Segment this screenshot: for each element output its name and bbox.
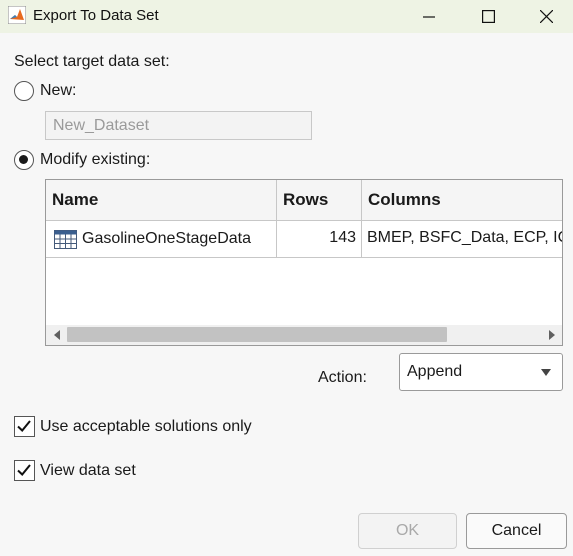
scroll-thumb[interactable] [67,327,447,342]
column-header-name[interactable]: Name [46,180,277,220]
view-data-set-label[interactable]: View data set [40,462,136,480]
column-header-columns[interactable]: Columns [362,180,562,220]
ok-button[interactable]: OK [358,513,457,549]
cell-name: GasolineOneStageData [46,221,277,257]
acceptable-only-label[interactable]: Use acceptable solutions only [40,418,252,436]
maximize-button[interactable] [459,0,517,33]
action-label: Action: [318,369,367,386]
modify-existing-radio[interactable] [14,150,34,170]
checkmark-icon [17,420,31,432]
minimize-button[interactable] [400,0,458,33]
new-dataset-name-input[interactable] [45,111,312,140]
minimize-icon [423,15,435,18]
new-radio[interactable] [14,81,34,101]
close-button[interactable] [517,0,573,33]
cell-rows: 143 [277,221,362,257]
table-header: Name Rows Columns [46,180,562,221]
cancel-button[interactable]: Cancel [466,513,567,549]
scroll-right-icon[interactable] [549,330,555,340]
acceptable-only-checkbox[interactable] [14,416,35,437]
dataset-table[interactable]: Name Rows Columns GasolineOneStageData 1… [45,179,563,346]
window-title: Export To Data Set [33,7,159,24]
dataset-name: GasolineOneStageData [82,230,251,247]
horizontal-scrollbar[interactable] [46,325,562,345]
table-row[interactable]: GasolineOneStageData 143 BMEP, BSFC_Data… [46,221,563,258]
new-radio-label[interactable]: New: [40,82,76,100]
view-data-set-checkbox[interactable] [14,460,35,481]
column-header-rows[interactable]: Rows [277,180,362,220]
modify-existing-radio-label[interactable]: Modify existing: [40,151,150,169]
select-target-label: Select target data set: [14,53,170,70]
maximize-icon [481,10,495,23]
action-selected-value: Append [407,363,463,380]
checkmark-icon [17,464,31,476]
table-grid-icon [54,229,77,249]
title-bar: Export To Data Set [0,0,573,33]
cell-columns: BMEP, BSFC_Data, ECP, IC [367,229,563,246]
matlab-icon [8,6,26,24]
scroll-left-icon[interactable] [54,330,60,340]
action-dropdown[interactable]: Append [399,353,563,391]
chevron-down-icon [541,369,551,376]
close-icon [539,10,553,23]
